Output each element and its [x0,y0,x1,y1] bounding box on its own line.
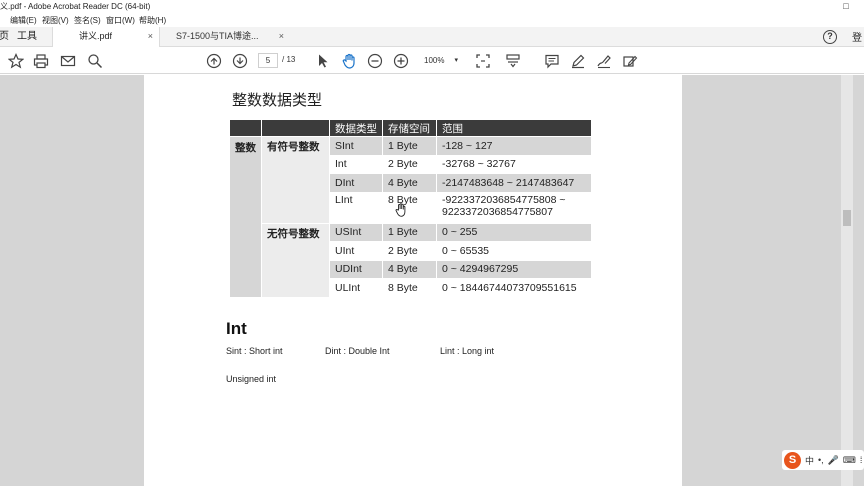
range-cell: -2147483648 ~ 2147483647 [436,173,592,193]
toolbar: 5 / 13 100% ▾ [0,48,864,74]
type-cell: USInt [329,222,383,242]
group-label-integer: 整数 [229,136,262,298]
fit-page-icon[interactable] [474,52,492,70]
zoom-select[interactable]: 100% ▾ [416,53,462,68]
range-cell: 0 ~ 4294967295 [436,259,592,279]
range-line-2: 9223372036854775807 [442,206,553,218]
table-header-cell [229,119,262,137]
ime-menu-icon[interactable]: ⁞ [860,455,863,465]
sign-icon[interactable] [595,52,613,70]
page-total: / 13 [282,55,296,64]
table-row: 无符号整数 USInt 1 Byte 0 ~ 255 [230,222,592,298]
tab-tools[interactable]: 页 工具 [0,27,52,47]
table-row: 整数 有符号整数 SInt 1 Byte -128 ~ 127 [229,136,592,298]
vertical-scrollbar[interactable] [841,75,853,486]
abbr-sint: Sint : Short int [226,346,283,356]
size-cell: 8 Byte [382,191,437,224]
ime-punctuation[interactable]: •, [818,455,824,465]
integer-types-table: 数据类型 存储空间 范围 整数 有符号整数 SInt 1 Byte -128 ~… [229,119,592,298]
range-cell: 0 ~ 65535 [436,241,592,261]
scrollbar-thumb[interactable] [843,210,851,226]
size-cell: 8 Byte [382,278,437,298]
type-cell: SInt [329,136,383,156]
type-cell: DInt [329,173,383,193]
type-cell: LInt [329,191,383,224]
menu-sign[interactable]: 签名(S) [74,15,101,26]
comment-icon[interactable] [543,52,561,70]
subgroup-label-unsigned: 无符号整数 [261,222,330,298]
table-header-cell [261,119,330,137]
prev-page-icon[interactable] [205,52,223,70]
zoom-out-icon[interactable] [366,52,384,70]
title-bar: 义.pdf - Adobe Acrobat Reader DC (64-bit)… [0,0,864,13]
range-cell: -9223372036854775808 ~ 92233720368547758… [436,191,592,224]
maximize-button[interactable]: □ [838,0,854,13]
zoom-value: 100% [424,56,445,65]
close-tab-icon[interactable]: × [279,27,284,46]
size-cell: 1 Byte [382,136,437,156]
mail-icon[interactable] [59,52,77,70]
menu-window[interactable]: 窗口(W) [106,15,135,26]
star-icon[interactable] [7,52,25,70]
table-header-range: 范围 [436,119,592,137]
help-icon[interactable]: ? [823,30,837,44]
abbr-dint: Dint : Double Int [325,346,390,356]
table-header-type: 数据类型 [329,119,383,137]
tab-document-inactive[interactable]: S7-1500与TIA博途... × [160,27,290,47]
hand-cursor-icon [395,203,407,217]
chevron-down-icon: ▾ [454,57,458,64]
subgroup-label-signed: 有符号整数 [261,136,330,224]
type-cell: UDInt [329,259,383,279]
tab-document-label: 讲义.pdf [79,31,113,41]
close-tab-icon[interactable]: × [148,27,153,46]
home-tab-label-fragment: 页 [0,31,9,42]
section-heading: 整数数据类型 [232,92,323,109]
print-icon[interactable] [32,52,50,70]
menu-view[interactable]: 视图(V) [42,15,69,26]
unsigned-note: Unsigned int [226,374,277,384]
zoom-in-icon[interactable] [392,52,410,70]
fill-sign-icon[interactable] [621,52,639,70]
size-cell: 4 Byte [382,173,437,193]
type-cell: ULInt [329,278,383,298]
range-cell: -32768 ~ 32767 [436,154,592,174]
pointer-icon[interactable] [314,52,332,70]
range-line-1: -9223372036854775808 ~ [442,193,566,206]
sogou-logo-icon[interactable]: S [784,451,801,469]
menu-help[interactable]: 帮助(H) [139,15,166,26]
next-page-icon[interactable] [231,52,249,70]
type-cell: UInt [329,241,383,261]
search-icon[interactable] [86,52,104,70]
size-cell: 2 Byte [382,154,437,174]
hand-icon[interactable] [340,52,358,70]
tab-document-active[interactable]: 讲义.pdf × [52,27,160,47]
scroll-mode-icon[interactable] [504,52,522,70]
abbr-lint: Lint : Long int [440,346,495,356]
size-cell: 1 Byte [382,222,437,242]
table-header-size: 存储空间 [382,119,437,137]
ime-language[interactable]: 中 [805,454,814,467]
ime-toolbar[interactable]: S 中 •, 🎤 ⌨ ⁞ [782,450,864,470]
tab-tools-label: 工具 [17,31,37,42]
type-cell: Int [329,154,383,174]
size-cell: 2 Byte [382,241,437,261]
size-cell: 4 Byte [382,259,437,279]
menu-bar: 编辑(E) 视图(V) 签名(S) 窗口(W) 帮助(H) [0,13,864,27]
range-cell: 0 ~ 18446744073709551615 [436,278,592,298]
microphone-icon[interactable]: 🎤 [828,455,839,466]
menu-edit[interactable]: 编辑(E) [10,15,37,26]
window-title: 义.pdf - Adobe Acrobat Reader DC (64-bit) [0,2,151,11]
sign-in-button[interactable]: 登 [852,29,862,44]
tab-bar: 页 工具 讲义.pdf × S7-1500与TIA博途... × ? 登 [0,27,864,47]
range-cell: 0 ~ 255 [436,222,592,242]
keyboard-icon[interactable]: ⌨ [843,455,856,466]
int-title: Int [226,319,247,338]
tab-document-label-2: S7-1500与TIA博途... [176,31,259,41]
highlight-icon[interactable] [569,52,587,70]
range-cell: -128 ~ 127 [436,136,592,156]
page-number-input[interactable]: 5 [258,53,278,68]
